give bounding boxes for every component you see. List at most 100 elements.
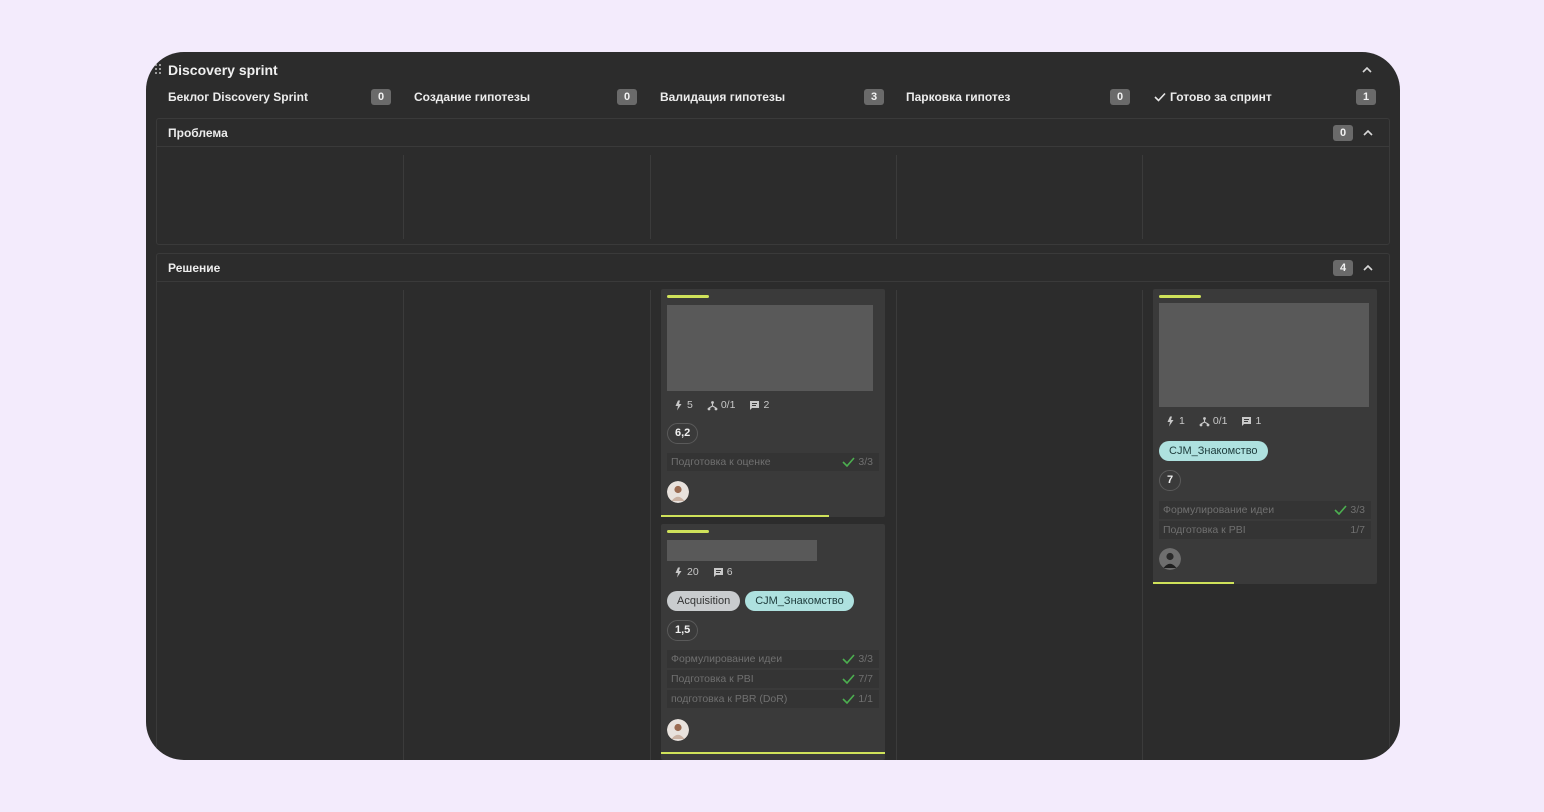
card-meta: 20 6	[673, 566, 733, 578]
column-count-badge: 1	[1356, 89, 1376, 105]
comments-indicator: 2	[749, 399, 769, 411]
check-icon	[842, 654, 855, 664]
column-header-hypothesis-parking[interactable]: Парковка гипотез 0	[906, 88, 1132, 108]
score-badge: 1,5	[667, 620, 699, 641]
check-icon	[1154, 92, 1166, 102]
check-icon	[842, 694, 855, 704]
column-divider	[403, 290, 404, 760]
subtasks-value: 0/1	[720, 399, 736, 411]
check-icon	[842, 674, 855, 684]
efforts-value: 20	[687, 566, 699, 578]
checklist-row[interactable]: Подготовка к PBI 7/7	[667, 670, 879, 688]
efforts-value: 1	[1179, 415, 1185, 427]
tag-chip[interactable]: CJM_Знакомство	[745, 591, 854, 611]
checklist-progress: 3/3	[842, 456, 873, 468]
card-tags: CJM_Знакомство	[1159, 441, 1268, 461]
column-name: Готово за спринт	[1154, 90, 1272, 104]
check-icon	[1334, 505, 1347, 515]
board-header: Discovery sprint Беклог Discovery Sprint…	[146, 52, 1400, 110]
lightning-icon	[1167, 416, 1174, 426]
card-cover-image	[1159, 303, 1369, 407]
checklist-count: 7/7	[858, 673, 873, 685]
chevron-up-icon[interactable]	[1361, 261, 1375, 275]
checklist-label: Подготовка к PBI	[671, 673, 754, 685]
checklist-row[interactable]: Формулирование идеи 3/3	[1159, 501, 1371, 519]
comment-icon	[750, 400, 760, 410]
board-title: Discovery sprint	[168, 62, 278, 78]
subtasks-value: 0/1	[1212, 415, 1228, 427]
tag-chip[interactable]: Acquisition	[667, 591, 741, 611]
card-meta: 5 0/1 2	[673, 399, 769, 411]
swimlane-count-badge: 0	[1333, 125, 1353, 141]
checklist-label: Подготовка к PBI	[1163, 524, 1246, 536]
swimlane-title: Проблема	[168, 126, 228, 140]
checklist-count: 1/7	[1350, 524, 1365, 536]
column-divider	[896, 155, 897, 239]
checklist-label: Формулирование идеи	[671, 653, 783, 665]
column-header-backlog[interactable]: Беклог Discovery Sprint 0	[168, 88, 392, 108]
column-header-hypothesis-creation[interactable]: Создание гипотезы 0	[414, 88, 638, 108]
column-name-text: Готово за спринт	[1170, 90, 1272, 104]
swimlane-header[interactable]: Решение 4	[157, 254, 1389, 282]
comment-icon	[1242, 416, 1252, 426]
column-header-hypothesis-validation[interactable]: Валидация гипотезы 3	[660, 88, 886, 108]
checklist-progress: 1/1	[842, 693, 873, 705]
drag-handle-icon[interactable]	[155, 64, 163, 76]
lightning-icon	[675, 567, 682, 577]
checklist-row[interactable]: Подготовка к оценке 3/3	[667, 453, 879, 471]
hypothesis-card[interactable]: 1 0/1 1 CJM_Знакомство 7 Формулирование …	[1153, 289, 1377, 584]
checklist-count: 3/3	[1350, 504, 1365, 516]
column-header-done[interactable]: Готово за спринт 1	[1154, 88, 1378, 108]
card-progress-bar	[661, 752, 885, 754]
comments-indicator: 6	[713, 566, 733, 578]
efforts-indicator: 1	[1165, 415, 1185, 427]
score-badge: 6,2	[667, 423, 699, 444]
checklist-count: 3/3	[858, 456, 873, 468]
card-title-placeholder	[667, 540, 817, 561]
column-count-badge: 0	[371, 89, 391, 105]
checklist-label: Подготовка к оценке	[671, 456, 771, 468]
efforts-indicator: 5	[673, 399, 693, 411]
efforts-indicator: 20	[673, 566, 699, 578]
checklist-count: 1/1	[858, 693, 873, 705]
card-color-strip	[667, 295, 709, 298]
score-badge: 7	[1159, 470, 1182, 491]
checklist-label: подготовка к PBR (DoR)	[671, 693, 788, 705]
column-divider	[896, 290, 897, 760]
column-name: Создание гипотезы	[414, 90, 531, 104]
chevron-up-icon[interactable]	[1360, 63, 1374, 77]
comments-value: 2	[763, 399, 770, 411]
card-cover-image	[667, 305, 873, 391]
column-name: Парковка гипотез	[906, 90, 1011, 104]
user-avatar[interactable]	[667, 719, 689, 741]
column-count-badge: 3	[864, 89, 884, 105]
column-count-badge: 0	[617, 89, 637, 105]
user-avatar[interactable]	[667, 481, 689, 503]
checklist-row[interactable]: Формулирование идеи 3/3	[667, 650, 879, 668]
chevron-up-icon[interactable]	[1361, 126, 1375, 140]
card-progress-bar	[661, 515, 829, 517]
comments-indicator: 1	[1241, 415, 1261, 427]
comment-icon	[713, 567, 723, 577]
check-icon	[842, 457, 855, 467]
swimlane-count-badge: 4	[1333, 260, 1353, 276]
swimlane-header[interactable]: Проблема 0	[157, 119, 1389, 147]
comments-value: 1	[1255, 415, 1262, 427]
checklist-progress: 7/7	[842, 673, 873, 685]
checklist-count: 3/3	[858, 653, 873, 665]
card-meta: 1 0/1 1	[1165, 415, 1261, 427]
hypothesis-card[interactable]: 20 6 Acquisition CJM_Знакомство 1,5 Форм…	[661, 524, 885, 760]
card-color-strip	[667, 530, 709, 533]
checklist-row[interactable]: подготовка к PBR (DoR) 1/1	[667, 690, 879, 708]
subtasks-indicator: 0/1	[1199, 415, 1228, 427]
card-progress-bar	[1153, 582, 1234, 584]
column-divider	[650, 155, 651, 239]
comments-value: 6	[726, 566, 733, 578]
swimlane-problem: Проблема 0	[156, 118, 1390, 245]
efforts-value: 5	[687, 399, 693, 411]
column-count-badge: 0	[1110, 89, 1130, 105]
checklist-row[interactable]: Подготовка к PBI 1/7	[1159, 521, 1371, 539]
tag-chip[interactable]: CJM_Знакомство	[1159, 441, 1268, 461]
hypothesis-card[interactable]: 5 0/1 2 6,2 Подготовка к оценке 3/3	[661, 289, 885, 517]
user-avatar[interactable]	[1159, 548, 1181, 570]
